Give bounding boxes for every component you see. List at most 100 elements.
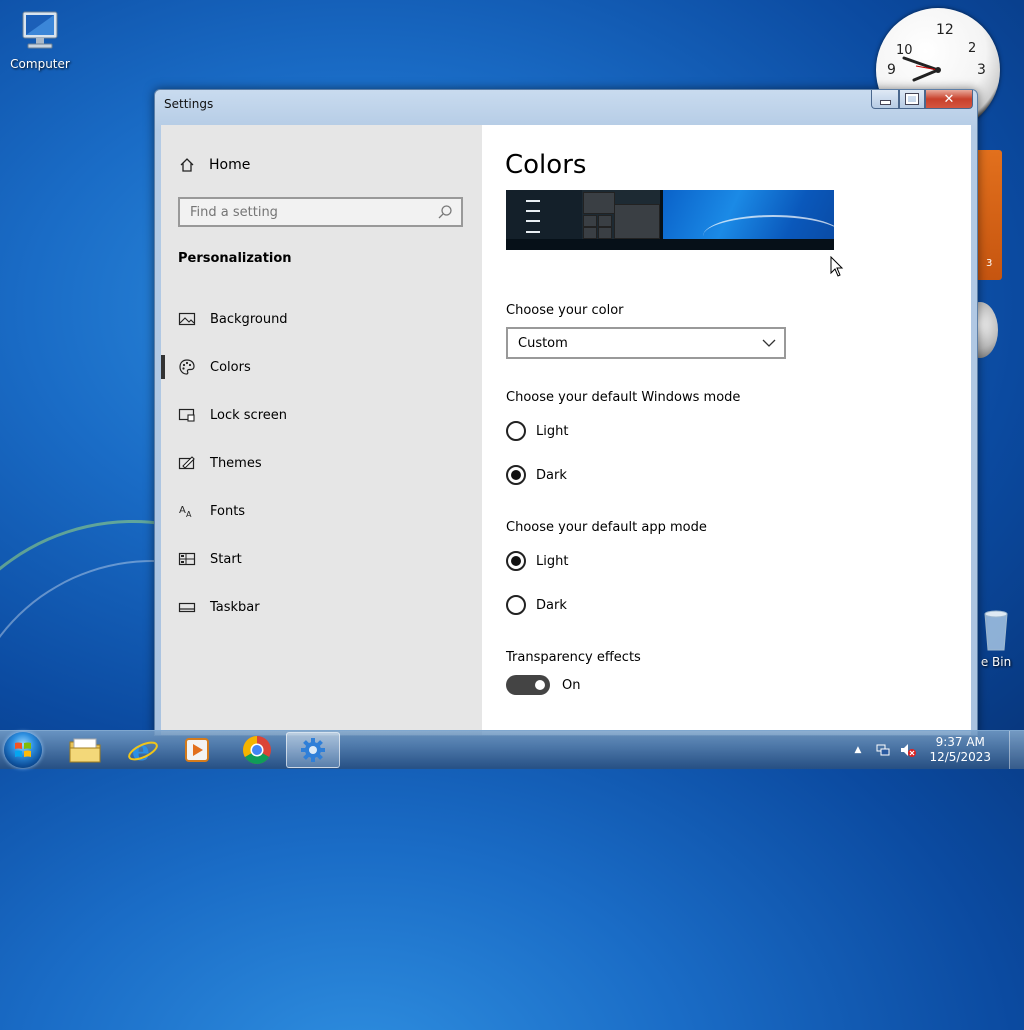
dropdown-value: Custom <box>518 335 568 351</box>
system-tray: ▲ 9:37 AM 12/5/2023 <box>855 731 1024 769</box>
sidebar-item-label: Background <box>210 311 288 327</box>
taskbar-internet-explorer[interactable]: e <box>116 732 170 768</box>
sidebar-item-label: Taskbar <box>210 599 260 615</box>
personalization-nav: Background Colors Lock screen Themes A A… <box>161 295 482 631</box>
sidebar-item-fonts[interactable]: A A Fonts <box>161 487 482 535</box>
windows-logo-icon <box>15 742 31 757</box>
preview-tile <box>583 227 597 239</box>
windows-mode-dark-radio[interactable]: Dark <box>506 465 567 485</box>
search-input[interactable] <box>180 199 440 225</box>
radio-label: Dark <box>536 597 567 613</box>
computer-icon <box>22 11 58 49</box>
preview-tile <box>583 192 615 214</box>
app-mode-light-radio[interactable]: Light <box>506 551 568 571</box>
mouse-cursor-icon <box>830 256 844 277</box>
preview-start-menu <box>506 190 582 239</box>
desktop-icon-label: Computer <box>10 57 70 71</box>
taskbar-chrome[interactable] <box>230 732 284 768</box>
sidebar-item-label: Colors <box>210 359 251 375</box>
chevron-down-icon <box>762 339 776 347</box>
taskbar: e ▲ 9:37 AM 12/5/2023 <box>0 730 1024 769</box>
preview-tile <box>598 227 612 239</box>
start-icon <box>178 552 196 566</box>
settings-window[interactable]: Settings ✕ Home Find a setting Personali… <box>154 89 978 736</box>
close-button[interactable]: ✕ <box>925 90 973 109</box>
home-label: Home <box>209 157 251 173</box>
settings-client-area: Home Personalization Background <box>161 125 971 735</box>
maximize-icon <box>905 93 919 105</box>
sidebar-item-taskbar[interactable]: Taskbar <box>161 583 482 631</box>
preview-tile <box>583 215 597 227</box>
home-icon <box>180 158 194 172</box>
windows-mode-light-radio[interactable]: Light <box>506 421 568 441</box>
recycle-bin-icon <box>984 610 1008 651</box>
chrome-icon <box>243 736 271 764</box>
sidebar-item-label: Fonts <box>210 503 246 519</box>
radio-label: Dark <box>536 467 567 483</box>
toggle-state: On <box>562 677 581 693</box>
radio-circle <box>506 595 526 615</box>
clock-date: 12/5/2023 <box>929 750 991 764</box>
radio-label: Light <box>536 553 569 569</box>
calendar-digit: 3 <box>986 258 993 269</box>
svg-text:12: 12 <box>936 22 954 38</box>
taskbar-file-explorer[interactable] <box>58 732 112 768</box>
sidebar-item-colors[interactable]: Colors <box>161 343 482 391</box>
network-icon[interactable] <box>875 742 891 758</box>
page-title: Colors <box>505 150 587 180</box>
internet-explorer-icon: e <box>128 734 158 766</box>
choose-color-label: Choose your color <box>506 303 624 318</box>
radio-circle <box>506 465 526 485</box>
minimize-button[interactable] <box>871 90 899 109</box>
svg-text:2: 2 <box>968 41 976 56</box>
svg-text:3: 3 <box>977 62 986 78</box>
section-title: Personalization <box>178 251 292 266</box>
transparency-toggle-row: On <box>506 675 580 695</box>
taskbar-clock[interactable]: 9:37 AM 12/5/2023 <box>929 735 991 765</box>
media-player-icon <box>185 738 209 762</box>
app-mode-label: Choose your default app mode <box>506 520 707 535</box>
clock-time: 9:37 AM <box>935 735 985 749</box>
show-desktop-button[interactable] <box>1009 731 1024 769</box>
search-icon <box>438 205 452 219</box>
colors-page: Colors Choose your color Custom Choose y… <box>482 125 971 735</box>
transparency-label: Transparency effects <box>506 650 641 665</box>
volume-muted-icon[interactable] <box>899 742 917 758</box>
paintbrush-icon <box>178 456 195 470</box>
search-box[interactable] <box>178 197 463 227</box>
sidebar-item-lock-screen[interactable]: Lock screen <box>161 391 482 439</box>
sidebar-item-background[interactable]: Background <box>161 295 482 343</box>
home-nav-item[interactable]: Home <box>179 157 250 173</box>
sidebar-item-label: Start <box>210 551 242 567</box>
window-titlebar[interactable]: Settings ✕ <box>155 90 977 124</box>
radio-circle <box>506 421 526 441</box>
svg-text:9: 9 <box>887 62 896 78</box>
taskbar-media-player[interactable] <box>170 732 224 768</box>
svg-text:A: A <box>179 505 186 516</box>
svg-text:10: 10 <box>896 43 913 58</box>
sidebar-item-start[interactable]: Start <box>161 535 482 583</box>
start-button[interactable] <box>4 732 42 768</box>
sidebar-item-label: Themes <box>210 455 262 471</box>
taskbar-settings[interactable] <box>286 732 340 768</box>
font-icon: A A <box>179 505 192 519</box>
sidebar-item-label: Lock screen <box>210 407 287 423</box>
show-hidden-icons-icon[interactable]: ▲ <box>855 745 862 755</box>
choose-color-dropdown[interactable]: Custom <box>506 327 786 359</box>
preview-desktop <box>663 190 834 239</box>
radio-circle <box>506 551 526 571</box>
taskbar-icon <box>178 602 196 613</box>
transparency-toggle[interactable] <box>506 675 550 695</box>
maximize-button[interactable] <box>899 90 925 109</box>
file-explorer-icon <box>69 738 101 763</box>
radio-label: Light <box>536 423 569 439</box>
palette-icon <box>179 359 195 375</box>
desktop-icon-computer[interactable]: Computer <box>8 8 72 71</box>
preview-tile <box>614 204 660 239</box>
sidebar-item-themes[interactable]: Themes <box>161 439 482 487</box>
settings-sidebar: Home Personalization Background <box>161 125 482 735</box>
preview-tile <box>598 215 612 227</box>
app-mode-dark-radio[interactable]: Dark <box>506 595 567 615</box>
settings-icon <box>301 738 325 762</box>
picture-icon <box>178 312 196 326</box>
